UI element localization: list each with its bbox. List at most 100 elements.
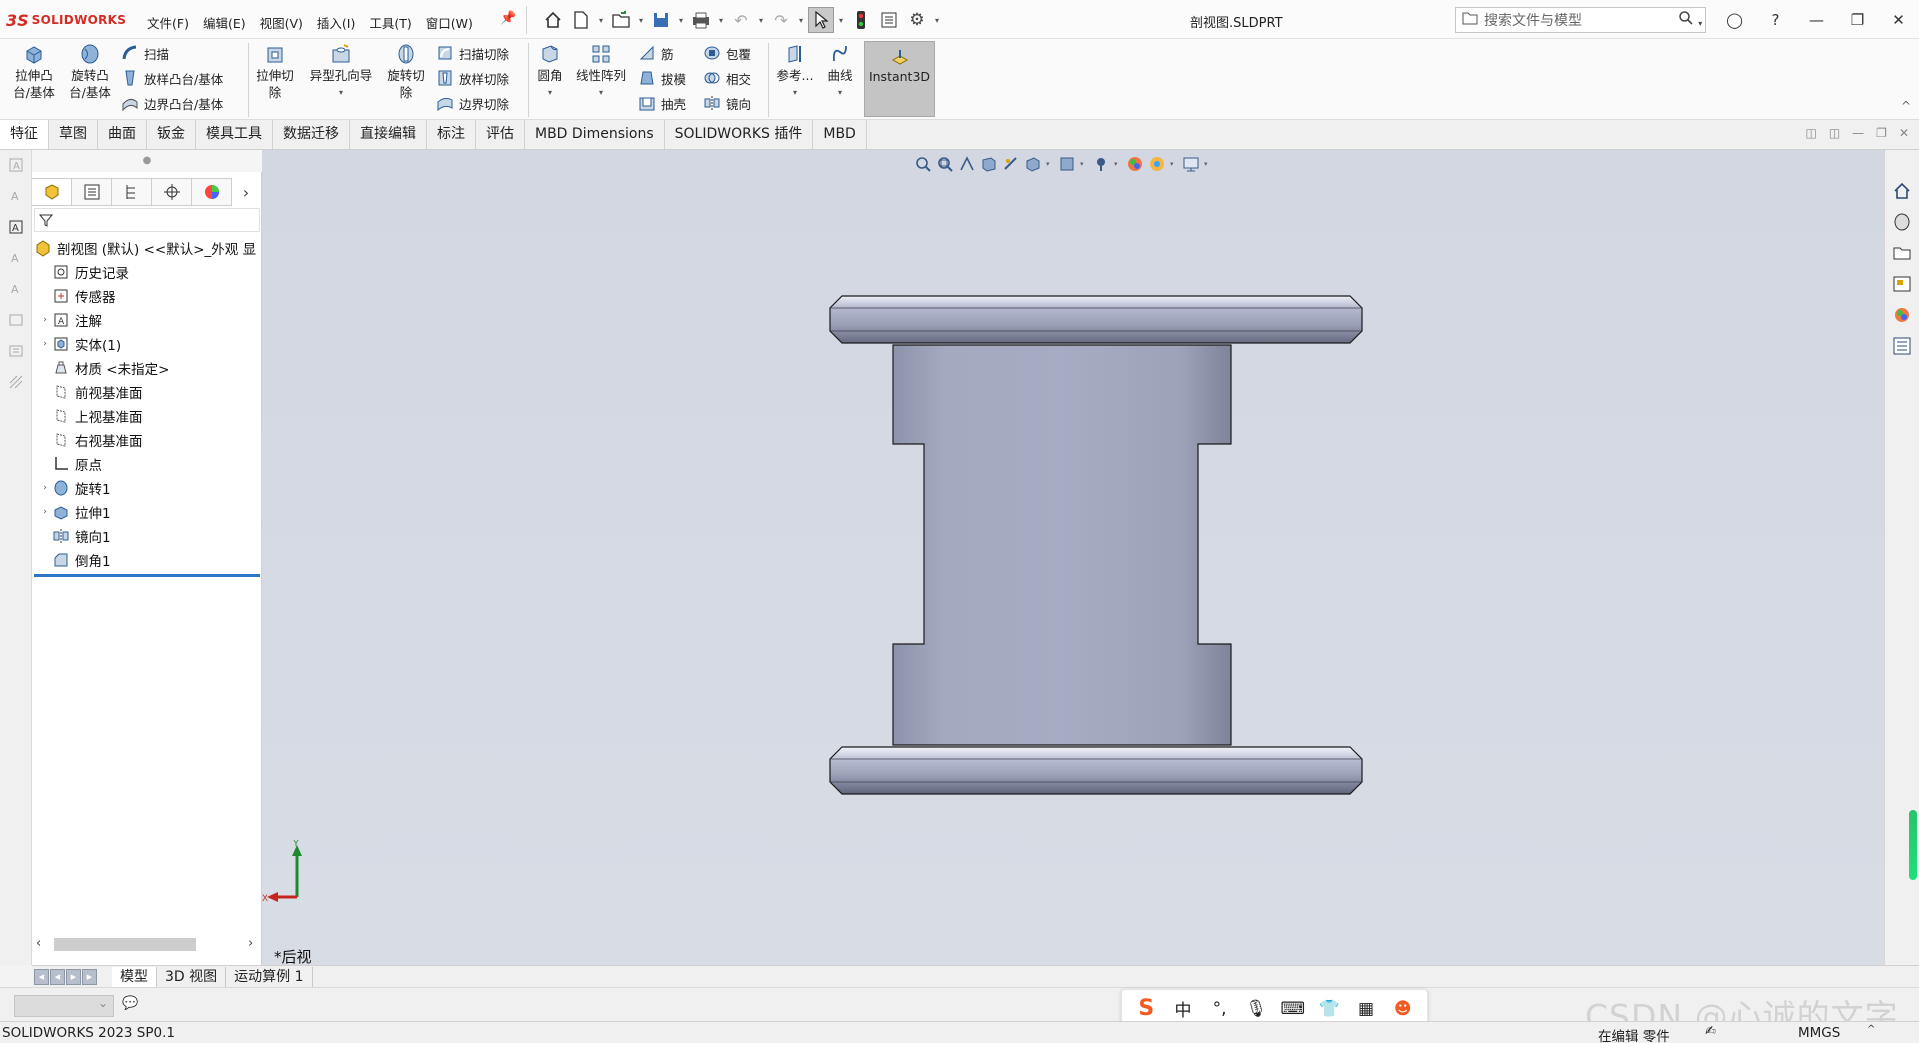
redo-icon[interactable]: ↷ xyxy=(768,7,794,33)
tab-mbd-dimensions[interactable]: MBD Dimensions xyxy=(525,120,665,149)
gtol-icon[interactable] xyxy=(7,342,25,360)
fillet-button[interactable]: 圆角 ▾ xyxy=(532,43,568,101)
tree-item[interactable]: 右视基准面 xyxy=(32,428,262,452)
sweep-button[interactable]: 扫描 xyxy=(121,43,169,63)
tab-data-migration[interactable]: 数据迁移 xyxy=(273,120,350,149)
tree-item[interactable]: 镜向1 xyxy=(32,524,262,548)
dimxpert-tab-icon[interactable] xyxy=(152,178,192,206)
tab-motion-study[interactable]: 运动算例 1 xyxy=(226,966,313,987)
lofted-cut-button[interactable]: 放样切除 xyxy=(436,68,509,88)
design-library-icon[interactable] xyxy=(1891,211,1913,233)
curves-button[interactable]: 曲线 ▾ xyxy=(822,43,858,101)
chevron-down-icon[interactable]: ▾ xyxy=(756,16,766,25)
tree-item[interactable]: 传感器 xyxy=(32,284,262,308)
minimize-button[interactable]: — xyxy=(1796,11,1837,29)
extrude-boss-button[interactable]: 拉伸凸 台/基体 xyxy=(8,43,60,101)
weld-symbol-icon[interactable]: A xyxy=(7,280,25,298)
boundary-boss-button[interactable]: 边界凸台/基体 xyxy=(121,93,223,113)
print-icon[interactable] xyxy=(688,7,714,33)
configuration-manager-tab-icon[interactable] xyxy=(112,178,152,206)
part-model[interactable] xyxy=(262,150,1884,965)
expand-arrow-icon[interactable]: › xyxy=(38,315,52,325)
tab-mbd[interactable]: MBD xyxy=(813,120,867,149)
next-tab-icon[interactable]: ▶ xyxy=(66,968,81,985)
revolve-boss-button[interactable]: 旋转凸 台/基体 xyxy=(64,43,116,101)
hatch-icon[interactable] xyxy=(7,373,25,391)
annotation-active-icon[interactable]: A xyxy=(7,218,25,236)
solidworks-logo[interactable]: 3S SOLIDWORKS xyxy=(6,9,126,31)
expand-arrow-icon[interactable]: › xyxy=(38,339,52,349)
wrap-button[interactable]: 包覆 xyxy=(703,43,751,63)
surface-finish-icon[interactable]: A xyxy=(7,249,25,267)
intersect-button[interactable]: 相交 xyxy=(703,68,751,88)
scroll-left-icon[interactable]: ‹ xyxy=(36,936,41,951)
loft-button[interactable]: 放样凸台/基体 xyxy=(121,68,223,88)
menu-tools[interactable]: 工具(T) xyxy=(362,10,418,35)
tab-features[interactable]: 特征 xyxy=(0,120,49,149)
ime-punctuation[interactable]: °, xyxy=(1205,999,1235,1019)
units-menu-caret[interactable]: ^ xyxy=(1867,1024,1875,1035)
configuration-combo[interactable] xyxy=(14,995,114,1017)
doc-minimize-icon[interactable]: — xyxy=(1852,126,1864,140)
tree-item[interactable]: › A 注解 xyxy=(32,308,262,332)
rebuild-status-icon[interactable]: ✍ xyxy=(1705,1024,1716,1039)
panel-grip[interactable]: ● xyxy=(32,150,262,172)
chevron-down-icon[interactable]: ▾ xyxy=(303,84,379,101)
microphone-icon[interactable]: 🎙 xyxy=(1241,999,1271,1019)
expand-arrow-icon[interactable]: › xyxy=(38,483,52,493)
rollback-bar[interactable] xyxy=(34,574,260,577)
account-icon[interactable]: ◯ xyxy=(1714,11,1755,29)
help-icon[interactable]: ? xyxy=(1755,11,1796,29)
tab-sketch[interactable]: 草图 xyxy=(49,120,98,149)
mirror-button[interactable]: 镜向 xyxy=(703,93,751,113)
prev-tab-icon[interactable]: ◀ xyxy=(50,968,65,985)
chevron-down-icon[interactable]: ▾ xyxy=(932,16,942,25)
linear-pattern-button[interactable]: 线性阵列 ▾ xyxy=(572,43,630,101)
close-button[interactable]: ✕ xyxy=(1878,11,1919,29)
grid-menu-icon[interactable]: ▦ xyxy=(1351,999,1381,1019)
options-gear-icon[interactable]: ⚙ xyxy=(904,7,930,33)
last-tab-icon[interactable]: ▶ xyxy=(82,968,97,985)
tree-item[interactable]: › 旋转1 xyxy=(32,476,262,500)
chevron-right-icon[interactable]: › xyxy=(232,178,260,206)
tab-sheet-metal[interactable]: 钣金 xyxy=(147,120,196,149)
select-pointer-icon[interactable] xyxy=(808,7,834,33)
unit-system[interactable]: MMGS xyxy=(1798,1025,1840,1041)
doc-restore-icon[interactable]: ❐ xyxy=(1876,126,1887,140)
swept-cut-button[interactable]: 扫描切除 xyxy=(436,43,509,63)
pin-menu-icon[interactable]: 📌 xyxy=(500,11,516,26)
menu-insert[interactable]: 插入(I) xyxy=(310,10,362,35)
reference-geometry-button[interactable]: 参考... ▾ xyxy=(772,43,818,101)
tab-evaluate[interactable]: 评估 xyxy=(476,120,525,149)
appearances-icon[interactable] xyxy=(1891,304,1913,326)
tab-mold-tools[interactable]: 模具工具 xyxy=(196,120,273,149)
balloon-icon[interactable]: A xyxy=(7,187,25,205)
draft-button[interactable]: 拔模 xyxy=(638,68,686,88)
sogou-logo-icon[interactable]: S xyxy=(1131,996,1161,1021)
search-icon[interactable]: ▾ xyxy=(1675,10,1705,30)
save-icon[interactable] xyxy=(648,7,674,33)
tree-item[interactable]: › 拉伸1 xyxy=(32,500,262,524)
first-tab-icon[interactable]: ◀ xyxy=(34,968,49,985)
file-properties-icon[interactable] xyxy=(876,7,902,33)
tree-item[interactable]: 上视基准面 xyxy=(32,404,262,428)
note-icon[interactable]: A xyxy=(7,156,25,174)
chevron-down-icon[interactable]: ▾ xyxy=(796,16,806,25)
search-input[interactable]: 搜索文件与模型 xyxy=(1484,10,1669,30)
tree-item[interactable]: › 实体(1) xyxy=(32,332,262,356)
menu-edit[interactable]: 编辑(E) xyxy=(196,10,253,35)
menu-view[interactable]: 视图(V) xyxy=(253,10,310,35)
restore-button[interactable]: ❐ xyxy=(1837,11,1878,29)
open-folder-icon[interactable] xyxy=(608,7,634,33)
view-palette-icon[interactable] xyxy=(1891,273,1913,295)
feature-manager-tab-icon[interactable] xyxy=(32,178,72,206)
tree-root[interactable]: 剖视图 (默认) <<默认>_外观 显 xyxy=(32,236,262,260)
menu-window[interactable]: 窗口(W) xyxy=(419,10,480,35)
chevron-down-icon[interactable]: ▾ xyxy=(716,16,726,25)
scrollbar-thumb[interactable] xyxy=(54,938,196,951)
tab-surfaces[interactable]: 曲面 xyxy=(98,120,147,149)
file-explorer-icon[interactable] xyxy=(1891,242,1913,264)
chevron-down-icon[interactable]: ▾ xyxy=(822,84,858,101)
undo-icon[interactable]: ↶ xyxy=(728,7,754,33)
horizontal-scrollbar[interactable]: ‹ › xyxy=(34,934,260,954)
